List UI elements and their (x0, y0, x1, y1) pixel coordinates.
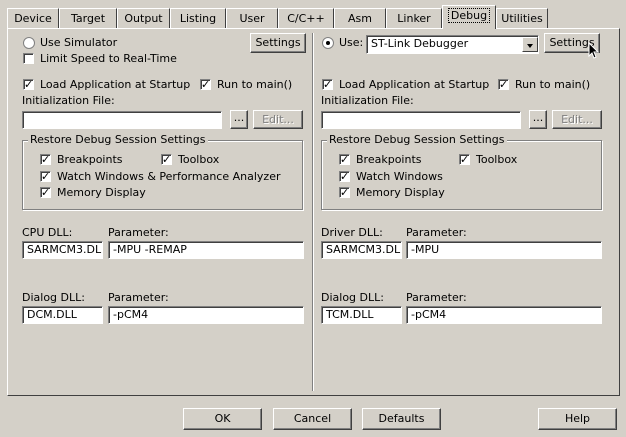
dialog-param-input[interactable]: -pCM4 (108, 306, 304, 324)
cancel-button[interactable]: Cancel (273, 408, 352, 430)
breakpoints-checkbox[interactable]: ✓ (40, 154, 51, 165)
tab-label: C/C++ (287, 12, 325, 25)
tab-asm[interactable]: Asm (334, 8, 386, 28)
tab-utilities[interactable]: Utilities (496, 8, 548, 28)
driver-dll-label: Driver DLL: (321, 226, 383, 239)
tab-debug[interactable]: Debug (442, 5, 496, 29)
watch-windows-checkbox[interactable]: ✓ (339, 171, 350, 182)
tab-device[interactable]: Device (7, 8, 59, 28)
load-app-checkbox[interactable]: ✓ (23, 79, 34, 90)
debugger-select-value: ST-Link Debugger (371, 37, 469, 50)
init-file-label: Initialization File: (321, 94, 414, 107)
driver-dll-input[interactable]: SARMCM3.DLL (321, 241, 402, 259)
tab-label: Output (124, 12, 163, 25)
load-app-checkbox[interactable]: ✓ (322, 79, 333, 90)
init-file-input[interactable] (22, 111, 222, 129)
run-to-main-checkbox[interactable]: ✓ (498, 79, 509, 90)
limit-speed-checkbox[interactable] (23, 53, 34, 64)
tab-output[interactable]: Output (117, 8, 170, 28)
use-simulator-radio[interactable] (23, 37, 35, 49)
restore-settings-title: Restore Debug Session Settings (28, 133, 208, 146)
init-file-edit-button[interactable]: Edit... (552, 110, 602, 129)
use-simulator-label: Use Simulator (40, 36, 118, 49)
breakpoints-label: Breakpoints (356, 153, 422, 166)
run-to-main-checkbox[interactable]: ✓ (200, 79, 211, 90)
limit-speed-label: Limit Speed to Real-Time (40, 52, 177, 65)
tab-linker[interactable]: Linker (386, 8, 442, 28)
tab-label: Debug (447, 8, 491, 23)
run-to-main-label: Run to main() (217, 78, 293, 91)
tab-label: Utilities (501, 12, 543, 25)
tab-target[interactable]: Target (59, 8, 117, 28)
ok-button[interactable]: OK (183, 408, 262, 430)
debugger-select[interactable]: ST-Link Debugger (366, 35, 539, 54)
dialog-dll-input[interactable]: TCM.DLL (321, 306, 402, 324)
init-file-label: Initialization File: (22, 94, 115, 107)
help-button[interactable]: Help (538, 408, 617, 430)
dialog-dll-label: Dialog DLL: (321, 291, 384, 304)
memory-display-checkbox[interactable]: ✓ (339, 187, 350, 198)
use-label: Use: (339, 36, 364, 49)
cpu-param-label: Parameter: (108, 226, 169, 239)
memory-display-checkbox[interactable]: ✓ (40, 187, 51, 198)
cpu-dll-input[interactable]: SARMCM3.DLL (22, 241, 103, 259)
driver-param-label: Parameter: (406, 226, 467, 239)
restore-settings-title: Restore Debug Session Settings (327, 133, 507, 146)
tab-label: Target (70, 12, 106, 25)
load-app-label: Load Application at Startup (339, 78, 490, 91)
dialog-param-label: Parameter: (108, 291, 169, 304)
options-dialog: Device Target Output Listing User C/C++ … (0, 0, 626, 437)
breakpoints-checkbox[interactable]: ✓ (339, 154, 350, 165)
watch-windows-checkbox[interactable]: ✓ (40, 171, 51, 182)
tab-label: Asm (348, 12, 372, 25)
memory-display-label: Memory Display (57, 186, 146, 199)
toolbox-checkbox[interactable]: ✓ (161, 154, 172, 165)
breakpoints-label: Breakpoints (57, 153, 123, 166)
tab-label: User (239, 12, 265, 25)
use-debugger-radio[interactable] (322, 37, 334, 49)
dialog-dll-input[interactable]: DCM.DLL (22, 306, 103, 324)
defaults-button[interactable]: Defaults (362, 408, 441, 430)
chevron-down-icon[interactable] (522, 37, 538, 52)
toolbox-label: Toolbox (476, 153, 518, 166)
tab-c-cpp[interactable]: C/C++ (278, 8, 334, 28)
dialog-param-input[interactable]: -pCM4 (406, 306, 602, 324)
tab-listing[interactable]: Listing (170, 8, 226, 28)
load-app-label: Load Application at Startup (40, 78, 191, 91)
init-file-input[interactable] (321, 111, 521, 129)
init-file-edit-button[interactable]: Edit... (253, 110, 303, 129)
cpu-param-input[interactable]: -MPU -REMAP (108, 241, 304, 259)
driver-param-input[interactable]: -MPU (406, 241, 602, 259)
mouse-cursor-icon (588, 42, 600, 59)
dialog-param-label: Parameter: (406, 291, 467, 304)
toolbox-label: Toolbox (178, 153, 220, 166)
toolbox-checkbox[interactable]: ✓ (459, 154, 470, 165)
tab-label: Linker (397, 12, 431, 25)
tab-user[interactable]: User (226, 8, 278, 28)
watch-windows-label: Watch Windows & Performance Analyzer (57, 170, 281, 183)
cpu-dll-label: CPU DLL: (22, 226, 73, 239)
simulator-settings-button[interactable]: Settings (250, 33, 306, 53)
memory-display-label: Memory Display (356, 186, 445, 199)
watch-windows-label: Watch Windows (356, 170, 443, 183)
panel-divider (312, 33, 314, 391)
tab-label: Listing (179, 12, 217, 25)
init-file-browse-button[interactable]: ... (230, 110, 248, 129)
run-to-main-label: Run to main() (515, 78, 591, 91)
init-file-browse-button[interactable]: ... (529, 110, 547, 129)
tab-label: Device (14, 12, 52, 25)
dialog-dll-label: Dialog DLL: (22, 291, 85, 304)
